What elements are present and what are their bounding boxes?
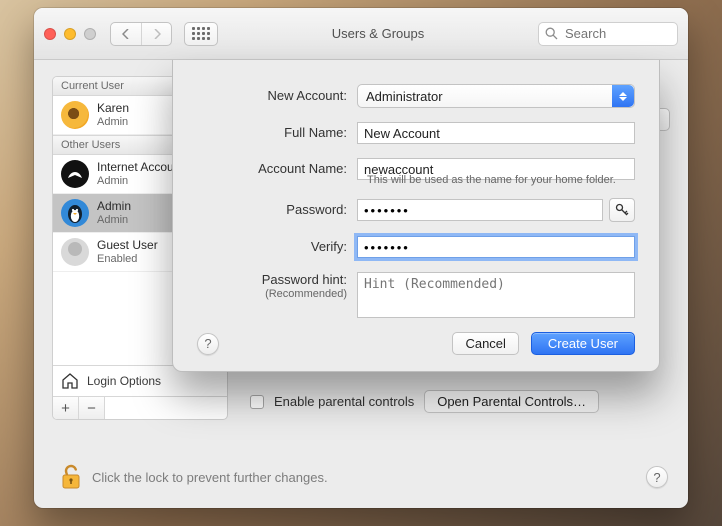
avatar-icon <box>61 238 89 266</box>
label-password-hint: Password hint: (Recommended) <box>197 272 357 301</box>
house-icon <box>61 372 79 390</box>
label-new-account: New Account: <box>197 88 357 104</box>
search-field[interactable] <box>538 22 678 46</box>
nav-forward-button[interactable] <box>141 23 171 45</box>
chevron-updown-icon <box>612 85 634 107</box>
user-role: Admin <box>97 116 129 128</box>
user-name: Admin <box>97 200 131 213</box>
search-input[interactable] <box>563 25 671 42</box>
titlebar: Users & Groups <box>34 8 688 60</box>
close-window-button[interactable] <box>44 28 56 40</box>
preferences-window: Users & Groups Current User Karen Admin … <box>34 8 688 508</box>
avatar-icon <box>61 160 89 188</box>
search-icon <box>545 27 558 40</box>
avatar-icon <box>61 199 89 227</box>
account-name-hint: This will be used as the name for your h… <box>367 174 635 186</box>
remove-user-button[interactable]: − <box>79 397 105 419</box>
grid-icon <box>192 27 210 40</box>
label-full-name: Full Name: <box>197 125 357 141</box>
nav-back-button[interactable] <box>111 23 141 45</box>
password-hint-input[interactable] <box>357 272 635 318</box>
cancel-button[interactable]: Cancel <box>452 332 518 355</box>
minimize-window-button[interactable] <box>64 28 76 40</box>
password-input[interactable] <box>357 199 603 221</box>
login-options-label: Login Options <box>87 374 161 388</box>
lock-row: Click the lock to prevent further change… <box>60 464 668 490</box>
label-account-name: Account Name: <box>197 161 357 177</box>
parental-checkbox-label: Enable parental controls <box>274 394 414 409</box>
add-remove-row: + − <box>53 396 227 419</box>
label-verify: Verify: <box>197 239 357 255</box>
new-account-sheet: New Account: Administrator Full Name: Ac… <box>172 60 660 372</box>
zoom-window-button[interactable] <box>84 28 96 40</box>
nav-back-forward <box>110 22 172 46</box>
sheet-help-button[interactable]: ? <box>197 333 219 355</box>
add-user-button[interactable]: + <box>53 397 79 419</box>
avatar-icon <box>61 101 89 129</box>
label-password: Password: <box>197 202 357 218</box>
create-user-button[interactable]: Create User <box>531 332 635 355</box>
verify-input[interactable] <box>357 236 635 258</box>
window-controls <box>44 28 96 40</box>
help-button[interactable]: ? <box>646 466 668 488</box>
password-assistant-button[interactable] <box>609 198 635 222</box>
unlock-icon[interactable] <box>60 464 82 490</box>
parental-controls-row: Enable parental controls Open Parental C… <box>250 390 670 413</box>
user-name: Karen <box>97 102 129 115</box>
user-role: Admin <box>97 214 131 226</box>
show-all-button[interactable] <box>184 22 218 46</box>
full-name-input[interactable] <box>357 122 635 144</box>
key-icon <box>615 203 629 217</box>
lock-text: Click the lock to prevent further change… <box>92 470 328 485</box>
window-title: Users & Groups <box>226 26 530 41</box>
user-name: Guest User <box>97 239 158 252</box>
parental-checkbox[interactable] <box>250 395 264 409</box>
account-type-select[interactable]: Administrator <box>357 84 635 108</box>
open-parental-button[interactable]: Open Parental Controls… <box>424 390 599 413</box>
user-role: Enabled <box>97 253 158 265</box>
account-type-value: Administrator <box>366 89 443 104</box>
